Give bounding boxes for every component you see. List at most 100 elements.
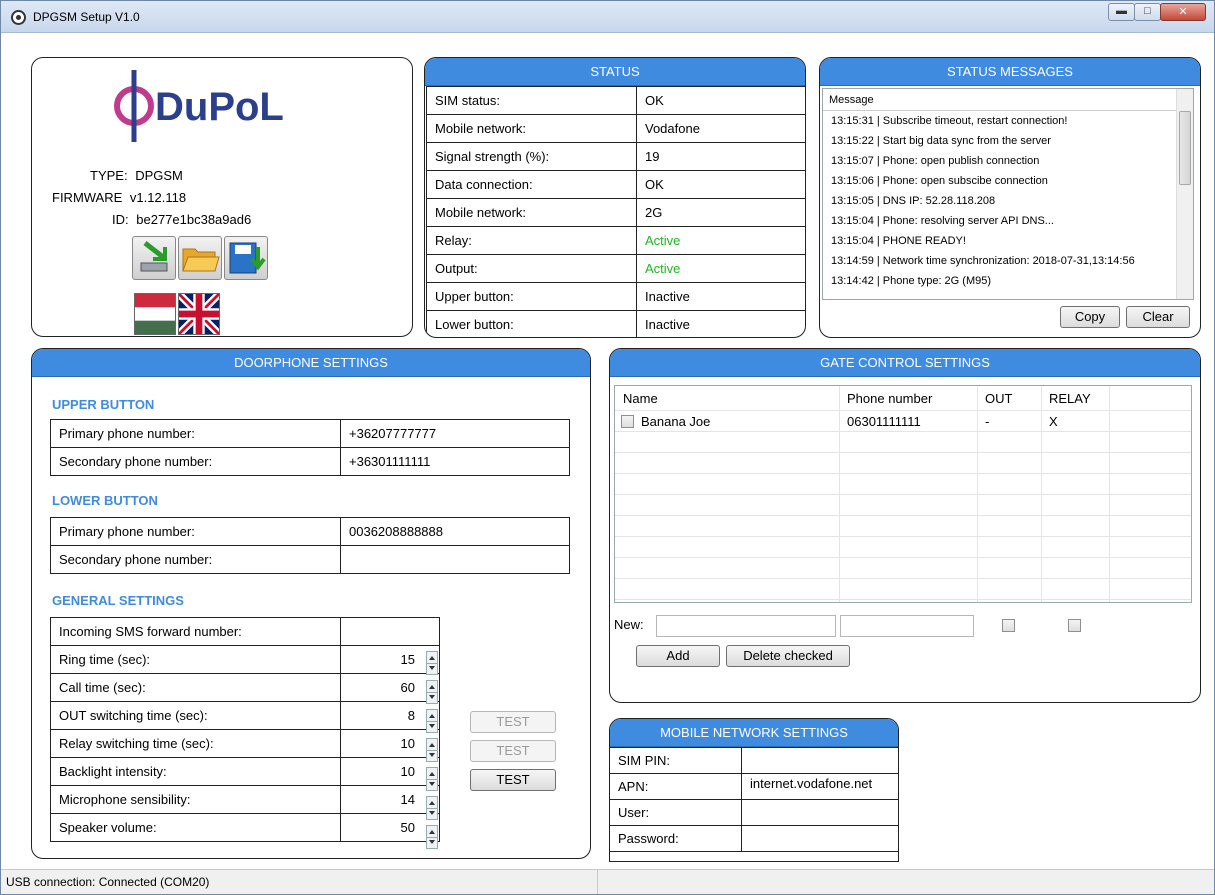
column-relay[interactable]: RELAY	[1049, 386, 1091, 411]
status-messages-panel: STATUS MESSAGES Message 13:15:31 | Subsc…	[819, 57, 1201, 338]
open-folder-icon	[182, 248, 220, 272]
status-value: Vodafone	[636, 114, 805, 143]
status-row: Lower button: Inactive	[426, 310, 805, 337]
relay-test-button[interactable]: TEST	[470, 740, 556, 762]
message-list[interactable]: Message 13:15:31 | Subscribe timeout, re…	[822, 88, 1194, 300]
save-file-button[interactable]	[224, 236, 268, 280]
copy-button[interactable]: Copy	[1060, 306, 1120, 328]
status-message[interactable]: 13:15:04 | Phone: resolving server API D…	[823, 211, 1193, 231]
call-time-input[interactable]: 60	[340, 673, 440, 702]
download-to-device-icon	[140, 241, 168, 272]
backlight-row: Backlight intensity: 10	[50, 757, 440, 786]
ring-time-input[interactable]: 15	[340, 645, 440, 674]
status-row: Upper button: Inactive	[426, 282, 805, 311]
new-name-input[interactable]	[656, 615, 836, 637]
type-label: TYPE:	[90, 168, 128, 183]
column-out[interactable]: OUT	[985, 386, 1012, 411]
backlight-spinner[interactable]	[426, 767, 438, 791]
column-name[interactable]: Name	[623, 386, 658, 411]
sim-pin-input[interactable]	[741, 747, 898, 774]
status-bar-empty-segment	[598, 870, 1214, 894]
ring-time-row: Ring time (sec): 15	[50, 645, 440, 674]
clear-button[interactable]: Clear	[1126, 306, 1190, 328]
call-time-spinner[interactable]	[426, 680, 438, 704]
speaker-input[interactable]: 50	[340, 813, 440, 842]
status-value: OK	[636, 170, 805, 199]
open-file-button[interactable]	[178, 236, 222, 280]
status-row: Mobile network: Vodafone	[426, 114, 805, 143]
message-scrollbar[interactable]	[1176, 89, 1193, 299]
maximize-button[interactable]: □	[1134, 3, 1161, 21]
client-area: DuPoL TYPE: DPGSM FIRMWARE v1.12.118 ID:…	[9, 34, 1208, 870]
speaker-label: Speaker volume:	[50, 813, 341, 842]
gate-row[interactable]: Banana Joe 06301111111 - X	[615, 411, 1191, 432]
status-message[interactable]: 13:14:42 | Phone type: 2G (M95)	[823, 271, 1193, 291]
relay-switching-input[interactable]: 10	[340, 729, 440, 758]
gate-list[interactable]: Name Phone number OUT RELAY Banana Joe 0…	[614, 385, 1192, 603]
speaker-spinner[interactable]	[426, 825, 438, 849]
doorphone-settings-title: DOORPHONE SETTINGS	[32, 349, 590, 377]
status-messages-title: STATUS MESSAGES	[820, 58, 1200, 86]
status-label: Upper button:	[426, 282, 637, 311]
upper-primary-input[interactable]: +36207777777	[340, 419, 570, 448]
status-message[interactable]: 13:15:04 | PHONE READY!	[823, 231, 1193, 251]
upper-primary-row: Primary phone number: +36207777777	[50, 419, 570, 448]
upper-secondary-input[interactable]: +36301111111	[340, 447, 570, 476]
type-value: DPGSM	[135, 168, 183, 183]
close-icon: ✕	[1178, 6, 1188, 18]
out-test-button[interactable]: TEST	[470, 711, 556, 733]
call-time-label: Call time (sec):	[50, 673, 341, 702]
upload-settings-button[interactable]	[132, 236, 176, 280]
minimize-button[interactable]: ▬	[1108, 3, 1135, 21]
new-out-checkbox[interactable]	[1002, 619, 1015, 632]
status-message[interactable]: 13:15:22 | Start big data sync from the …	[823, 131, 1193, 151]
lower-secondary-input[interactable]	[340, 545, 570, 574]
close-button[interactable]: ✕	[1160, 3, 1206, 21]
uk-flag-icon[interactable]	[178, 293, 220, 335]
status-value: Active	[636, 254, 805, 283]
lower-button-table: Primary phone number: 0036208888888 Seco…	[50, 517, 570, 574]
status-label: Mobile network:	[426, 114, 637, 143]
out-switching-spinner[interactable]	[426, 709, 438, 733]
lower-primary-input[interactable]: 0036208888888	[340, 517, 570, 546]
lower-secondary-row: Secondary phone number:	[50, 545, 570, 574]
status-message[interactable]: 13:15:07 | Phone: open publish connectio…	[823, 151, 1193, 171]
gate-row-checkbox[interactable]	[621, 415, 634, 428]
user-input[interactable]	[741, 799, 898, 826]
backlight-input[interactable]: 10	[340, 757, 440, 786]
add-button[interactable]: Add	[636, 645, 720, 667]
type-row: TYPE: DPGSM	[90, 168, 183, 183]
microphone-label: Microphone sensibility:	[50, 785, 341, 814]
ring-time-spinner[interactable]	[426, 651, 438, 675]
column-phone[interactable]: Phone number	[847, 386, 932, 411]
backlight-test-button[interactable]: TEST	[470, 769, 556, 791]
scrollbar-thumb[interactable]	[1179, 111, 1191, 185]
microphone-input[interactable]: 14	[340, 785, 440, 814]
status-message[interactable]: 13:15:31 | Subscribe timeout, restart co…	[823, 111, 1193, 131]
new-relay-checkbox[interactable]	[1068, 619, 1081, 632]
password-row: Password:	[610, 825, 898, 852]
lower-button-title: LOWER BUTTON	[52, 493, 158, 508]
microphone-spinner[interactable]	[426, 796, 438, 820]
password-input[interactable]	[741, 825, 898, 852]
hungarian-flag-icon[interactable]	[134, 293, 176, 335]
status-row: Signal strength (%): 19	[426, 142, 805, 171]
microphone-row: Microphone sensibility: 14	[50, 785, 440, 814]
status-message[interactable]: 13:15:05 | DNS IP: 52.28.118.208	[823, 191, 1193, 211]
gate-list-header: Name Phone number OUT RELAY	[615, 386, 1191, 411]
save-disk-icon	[229, 242, 266, 274]
relay-switching-spinner[interactable]	[426, 738, 438, 762]
status-message[interactable]: 13:14:59 | Network time synchronization:…	[823, 251, 1193, 271]
sms-forward-input[interactable]	[340, 617, 440, 646]
gate-control-panel: GATE CONTROL SETTINGS Name Phone number …	[609, 348, 1201, 703]
new-phone-input[interactable]	[840, 615, 974, 637]
id-label: ID:	[112, 212, 129, 227]
firmware-label: FIRMWARE	[52, 190, 123, 205]
apn-input[interactable]: internet.vodafone.net	[741, 773, 898, 800]
status-message[interactable]: 13:15:06 | Phone: open subscibe connecti…	[823, 171, 1193, 191]
delete-checked-button[interactable]: Delete checked	[726, 645, 850, 667]
window-title: DPGSM Setup V1.0	[33, 10, 140, 24]
status-label: Data connection:	[426, 170, 637, 199]
out-switching-input[interactable]: 8	[340, 701, 440, 730]
user-label: User:	[610, 799, 742, 826]
